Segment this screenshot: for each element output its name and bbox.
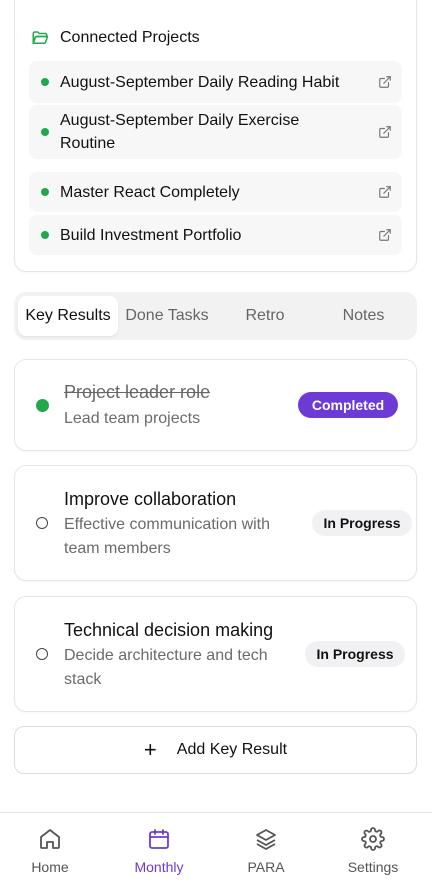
tab-retro[interactable]: Retro <box>216 296 314 336</box>
status-badge: Completed <box>298 392 398 418</box>
key-result-description: Decide architecture and tech stack <box>64 647 268 688</box>
external-link-icon[interactable] <box>378 185 392 199</box>
key-result-description: Effective communication with team member… <box>64 516 271 557</box>
tab-done-tasks[interactable]: Done Tasks <box>118 296 216 336</box>
project-item[interactable]: Build Investment Portfolio <box>29 215 402 255</box>
connected-projects-title: Connected Projects <box>60 29 200 46</box>
connected-projects-card: Connected Projects August-September Dail… <box>14 0 417 272</box>
nav-para[interactable]: PARA <box>226 827 306 875</box>
project-name: Master React Completely <box>60 183 240 201</box>
bottom-navigation: Home Monthly PARA Settings <box>0 812 432 889</box>
key-result-description: Lead team projects <box>64 410 201 427</box>
key-result-title: Technical decision making <box>64 620 274 640</box>
project-status-dot <box>41 128 49 136</box>
gear-icon <box>361 827 385 851</box>
project-name: August-September Daily Exercise Routine <box>60 112 300 152</box>
project-name: August-September Daily Reading Habit <box>60 73 340 91</box>
project-item[interactable]: August-September Daily Reading Habit <box>29 61 402 103</box>
home-icon <box>40 829 60 849</box>
plus-icon: + <box>143 737 157 762</box>
project-status-dot <box>41 78 49 86</box>
key-result-title: Project leader role <box>64 382 211 402</box>
key-result-title: Improve collaboration <box>64 489 237 509</box>
nav-home[interactable]: Home <box>10 827 90 875</box>
nav-settings-label: Settings <box>347 859 399 875</box>
key-result-card[interactable]: Improve collaboration Effective communic… <box>14 465 417 581</box>
project-status-dot <box>41 188 49 196</box>
status-circle[interactable] <box>36 517 48 529</box>
nav-home-label: Home <box>31 859 69 875</box>
nav-monthly[interactable]: Monthly <box>119 827 199 875</box>
add-key-result-button[interactable]: + Add Key Result <box>14 726 417 774</box>
nav-settings[interactable]: Settings <box>333 827 413 875</box>
add-key-result-label: Add Key Result <box>176 741 288 758</box>
calendar-icon <box>149 829 169 849</box>
folder-icon <box>32 31 49 44</box>
completed-status-dot[interactable] <box>36 399 49 412</box>
status-circle[interactable] <box>36 648 48 660</box>
layers-icon <box>256 829 276 850</box>
external-link-icon[interactable] <box>378 228 392 242</box>
key-result-card[interactable]: Project leader role Lead team projects C… <box>14 359 417 451</box>
section-tabs: Key Results Done Tasks Retro Notes <box>14 292 417 340</box>
external-link-icon[interactable] <box>378 125 392 139</box>
project-status-dot <box>41 231 49 239</box>
project-name: Build Investment Portfolio <box>60 226 242 244</box>
external-link-icon[interactable] <box>378 75 392 89</box>
nav-monthly-label: Monthly <box>134 859 184 875</box>
project-item[interactable]: Master React Completely <box>29 172 402 212</box>
tab-key-results[interactable]: Key Results <box>18 296 118 336</box>
project-item[interactable]: August-September Daily Exercise Routine <box>29 105 402 159</box>
connected-projects-header: Connected Projects <box>31 29 200 47</box>
nav-para-label: PARA <box>247 859 285 875</box>
key-result-card[interactable]: Technical decision making Decide archite… <box>14 596 417 712</box>
status-badge: In Progress <box>305 641 405 667</box>
status-badge: In Progress <box>312 510 412 536</box>
tab-notes[interactable]: Notes <box>314 296 413 336</box>
